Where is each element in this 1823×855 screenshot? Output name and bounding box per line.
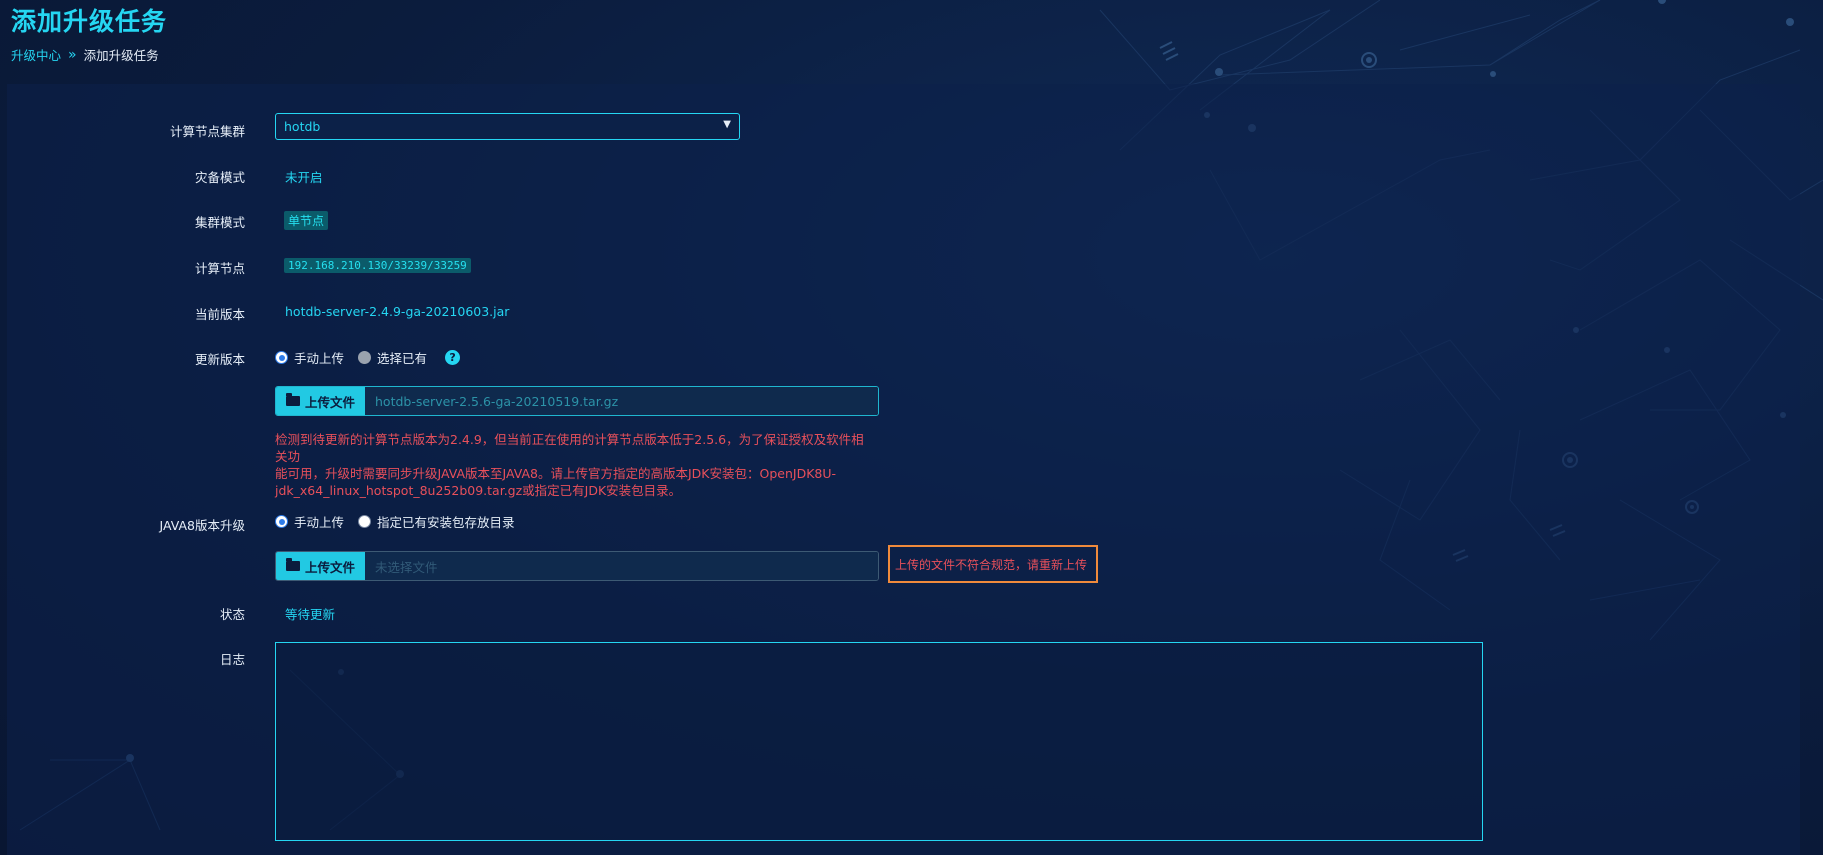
breadcrumb: 升级中心 » 添加升级任务 <box>11 45 159 64</box>
cluster-select[interactable]: hotdb ▼ <box>275 113 740 140</box>
jdk-upload-control: 上传文件 未选择文件 <box>275 551 879 581</box>
upload-file-button-label: 上传文件 <box>304 394 355 410</box>
radio-select-existing-label[interactable]: 选择已有 <box>377 348 427 367</box>
update-version-label: 更新版本 <box>194 352 245 367</box>
dr-mode-value: 未开启 <box>285 170 323 185</box>
current-version-label: 当前版本 <box>194 307 245 322</box>
chevron-down-icon: ▼ <box>723 119 731 130</box>
log-label: 日志 <box>219 652 245 667</box>
radio-java-manual-upload[interactable] <box>275 515 288 528</box>
java8-upgrade-radio-group: 手动上传 指定已有安装包存放目录 <box>275 512 529 531</box>
warning-line: jdk_x64_linux_hotspot_8u252b09.tar.gz或指定… <box>275 483 682 498</box>
jdk-upload-filename[interactable]: 未选择文件 <box>365 552 878 580</box>
status-label: 状态 <box>219 607 245 622</box>
page-title: 添加升级任务 <box>11 7 168 36</box>
folder-open-icon <box>285 393 300 406</box>
radio-select-existing[interactable] <box>358 351 372 364</box>
upload-jdk-button[interactable]: 上传文件 <box>276 552 365 580</box>
help-icon[interactable]: ? <box>445 350 461 365</box>
radio-manual-upload-label[interactable]: 手动上传 <box>294 348 344 367</box>
java8-upgrade-label: JAVA8版本升级 <box>159 518 245 533</box>
radio-java-existing-directory[interactable] <box>358 515 372 528</box>
compute-node-badge: 192.168.210.130/33239/33259 <box>284 258 471 273</box>
cluster-select-value: hotdb <box>284 119 321 134</box>
cluster-mode-label: 集群模式 <box>194 215 245 230</box>
folder-open-icon <box>285 558 300 571</box>
radio-java-existing-directory-label[interactable]: 指定已有安装包存放目录 <box>377 512 515 531</box>
log-textarea[interactable] <box>275 642 1483 841</box>
current-version-value: hotdb-server-2.4.9-ga-20210603.jar <box>285 304 510 319</box>
server-upload-control: 上传文件 hotdb-server-2.5.6-ga-20210519.tar.… <box>275 386 879 416</box>
breadcrumb-current: 添加升级任务 <box>83 48 159 63</box>
breadcrumb-link-upgrade-center[interactable]: 升级中心 <box>11 45 61 64</box>
breadcrumb-separator: » <box>68 46 77 63</box>
cluster-mode-badge: 单节点 <box>284 211 329 230</box>
update-version-radio-group: 手动上传 选择已有 ? <box>275 348 461 367</box>
jdk-warning-message: 检测到待更新的计算节点版本为2.4.9，但当前正在使用的计算节点版本低于2.5.… <box>275 431 875 499</box>
compute-node-label: 计算节点 <box>194 261 245 276</box>
status-value: 等待更新 <box>285 607 336 622</box>
server-upload-filename[interactable]: hotdb-server-2.5.6-ga-20210519.tar.gz <box>365 387 878 415</box>
radio-manual-upload[interactable] <box>275 351 288 364</box>
upload-error-tooltip: 上传的文件不符合规范，请重新上传 <box>888 545 1098 583</box>
radio-java-manual-upload-label[interactable]: 手动上传 <box>294 512 344 531</box>
upload-file-button[interactable]: 上传文件 <box>276 387 365 415</box>
cluster-label: 计算节点集群 <box>169 124 245 139</box>
upload-jdk-button-label: 上传文件 <box>304 559 355 575</box>
warning-line: 能可用，升级时需要同步升级JAVA版本至JAVA8。请上传官方指定的高版本JDK… <box>275 466 837 481</box>
dr-mode-label: 灾备模式 <box>194 170 245 185</box>
warning-line: 检测到待更新的计算节点版本为2.4.9，但当前正在使用的计算节点版本低于2.5.… <box>275 432 864 464</box>
